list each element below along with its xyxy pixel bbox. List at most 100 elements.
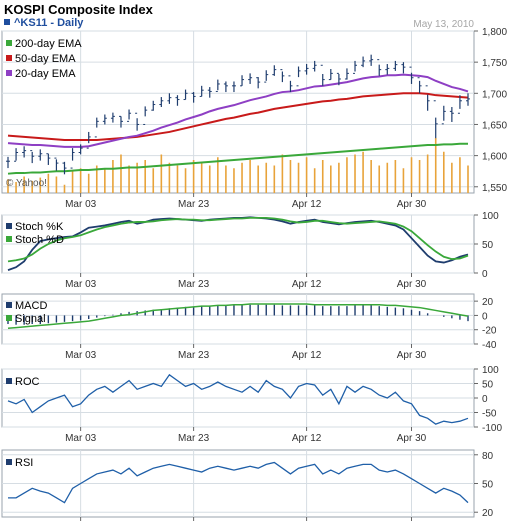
- volume-bar: [289, 160, 292, 193]
- volume-bar: [442, 151, 445, 193]
- y-tick-label: 1,600: [482, 152, 507, 163]
- y-tick-label: 50: [482, 380, 494, 391]
- volume-bar: [265, 162, 268, 193]
- y-tick-label: 0: [482, 269, 488, 280]
- volume-bar: [55, 176, 58, 193]
- volume-bar: [104, 168, 106, 193]
- x-tick-label: Apr 30: [397, 279, 427, 290]
- legend-label: 50-day EMA: [15, 53, 76, 65]
- legend-label: Signal: [15, 313, 46, 325]
- volume-bar: [233, 168, 235, 193]
- volume-bar: [120, 154, 122, 193]
- volume-bar: [176, 165, 179, 193]
- y-tick-label: 100: [482, 365, 499, 376]
- volume-bar: [281, 154, 284, 193]
- x-tick-label: Mar 03: [65, 350, 97, 361]
- ticker-marker: [4, 19, 10, 25]
- legend-label: 200-day EMA: [15, 38, 82, 50]
- y-tick-label: 1,800: [482, 27, 507, 38]
- chart-date: May 13, 2010: [413, 19, 474, 30]
- volume-bar: [217, 157, 219, 193]
- y-tick-label: 1,750: [482, 58, 507, 69]
- volume-bar: [370, 160, 372, 193]
- volume-bar: [71, 171, 74, 193]
- legend-label: ROC: [15, 376, 40, 388]
- y-tick-label: -40: [482, 340, 497, 351]
- volume-bar: [394, 160, 397, 193]
- volume-bar: [362, 151, 364, 193]
- volume-bar: [451, 162, 453, 193]
- x-tick-label: Apr 30: [397, 199, 427, 210]
- y-tick-label: 20: [482, 297, 494, 308]
- y-tick-label: 1,650: [482, 120, 507, 131]
- volume-bar: [184, 168, 187, 193]
- x-tick-label: Apr 30: [397, 433, 427, 444]
- x-tick-label: Mar 03: [65, 433, 97, 444]
- legend-swatch: [6, 70, 12, 76]
- volume-bar: [346, 157, 348, 193]
- volume-bar: [249, 160, 251, 193]
- legend-swatch: [6, 236, 12, 242]
- y-tick-label: 0: [482, 311, 488, 322]
- y-tick-label: 0: [482, 394, 488, 405]
- volume-bar: [160, 154, 163, 193]
- volume-bar: [128, 165, 130, 193]
- volume-bar: [434, 138, 437, 193]
- y-tick-label: 100: [482, 211, 499, 222]
- y-tick-label: -50: [482, 409, 497, 420]
- y-tick-label: 50: [482, 480, 494, 491]
- legend-swatch: [6, 459, 12, 465]
- volume-bar: [192, 160, 195, 193]
- volume-bar: [330, 165, 332, 193]
- volume-bar: [152, 168, 155, 193]
- volume-bar: [467, 165, 469, 193]
- legend-label: MACD: [15, 300, 47, 312]
- volume-bar: [313, 168, 316, 193]
- yahoo-watermark: © Yahoo!: [6, 178, 47, 189]
- legend-swatch: [6, 302, 12, 308]
- volume-bar: [112, 160, 114, 193]
- x-tick-label: Apr 12: [292, 199, 322, 210]
- volume-bar: [418, 160, 421, 193]
- x-tick-label: Apr 12: [292, 279, 322, 290]
- legend-label: RSI: [15, 457, 33, 469]
- volume-bar: [354, 154, 356, 193]
- volume-bar: [297, 162, 300, 193]
- ticker-label: ^KS11 - Daily: [14, 17, 84, 29]
- volume-bar: [402, 168, 405, 193]
- volume-bar: [241, 162, 243, 193]
- volume-bar: [426, 154, 429, 193]
- legend-label: Stoch %D: [15, 234, 64, 246]
- volume-bar: [200, 162, 203, 193]
- x-tick-label: Apr 30: [397, 350, 427, 361]
- volume-bar: [79, 168, 82, 193]
- y-tick-label: 80: [482, 451, 494, 462]
- legend-swatch: [6, 378, 12, 384]
- legend-swatch: [6, 40, 12, 46]
- legend-swatch: [6, 315, 12, 321]
- x-tick-label: Mar 23: [178, 350, 210, 361]
- volume-bar: [386, 162, 389, 193]
- x-tick-label: Mar 23: [178, 199, 210, 210]
- chart-root: KOSPI Composite Index ^KS11 - Daily May …: [0, 0, 516, 527]
- volume-bar: [63, 184, 66, 193]
- y-tick-label: 20: [482, 508, 494, 519]
- x-tick-label: Apr 12: [292, 433, 322, 444]
- kospi-chart: KOSPI Composite Index ^KS11 - Daily May …: [1, 2, 507, 521]
- volume-bar: [144, 160, 146, 193]
- volume-bar: [305, 157, 308, 193]
- x-tick-label: Mar 23: [178, 279, 210, 290]
- legend-swatch: [6, 223, 12, 229]
- chart-layer: 1,8001,7501,7001,6501,6001,550100500200-…: [1, 27, 507, 521]
- volume-bar: [338, 162, 340, 193]
- y-tick-label: -20: [482, 326, 497, 337]
- y-tick-label: 1,700: [482, 89, 507, 100]
- x-tick-label: Mar 03: [65, 279, 97, 290]
- volume-bar: [378, 165, 381, 193]
- volume-bar: [87, 173, 90, 193]
- volume-bar: [225, 165, 227, 193]
- volume-bar: [168, 162, 171, 193]
- volume-bar: [459, 157, 461, 193]
- legend-label: 20-day EMA: [15, 68, 76, 80]
- y-tick-label: 1,550: [482, 183, 507, 194]
